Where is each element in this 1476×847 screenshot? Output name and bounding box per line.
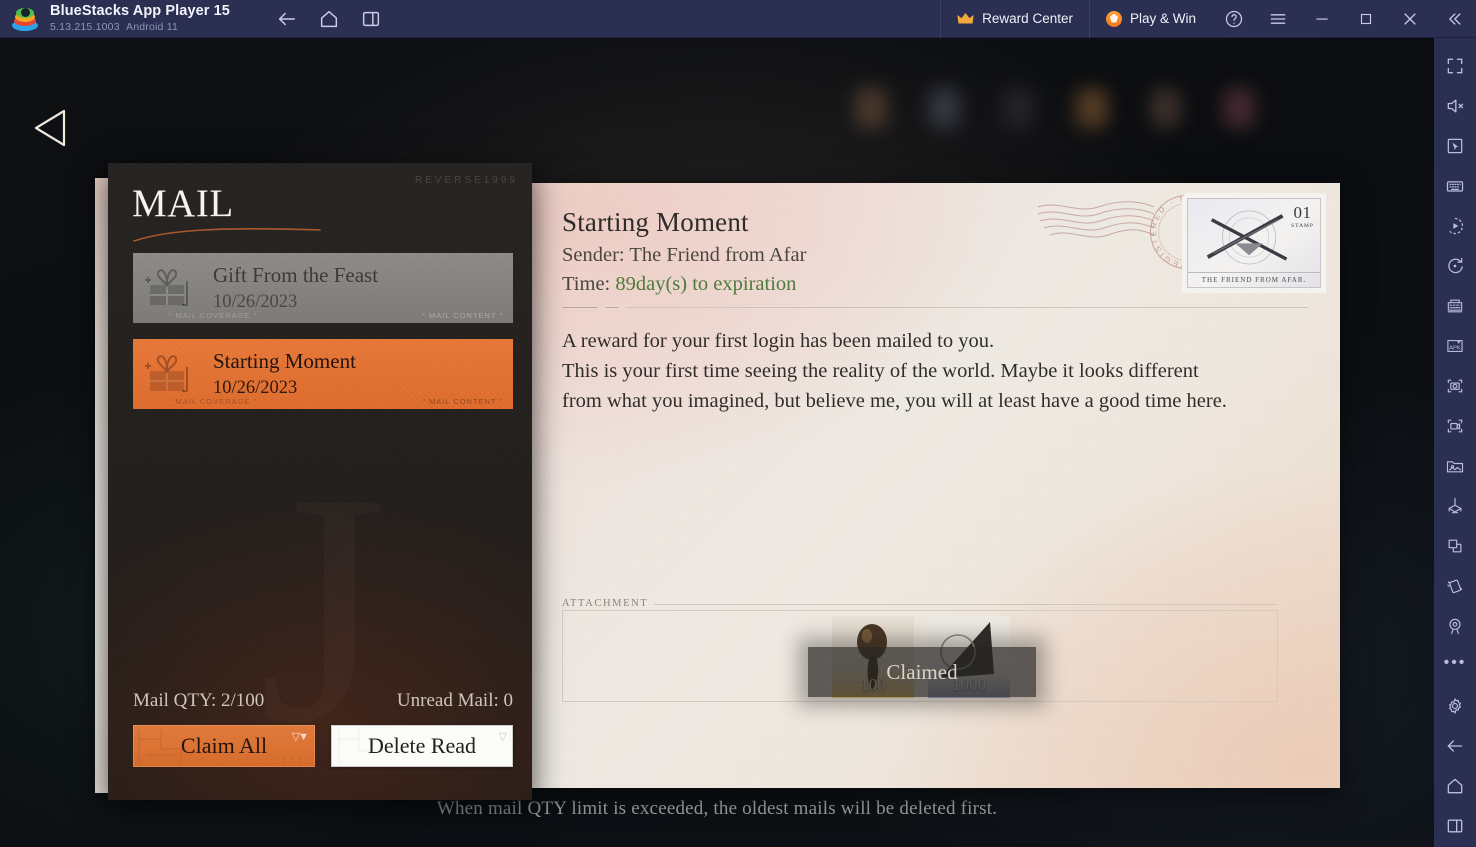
home-icon[interactable] bbox=[318, 8, 340, 30]
mail-popup: Starting Moment Sender: The Friend from … bbox=[95, 163, 1340, 800]
letter-body-line-1: A reward for your first login has been m… bbox=[562, 330, 995, 352]
settings-icon[interactable] bbox=[1434, 686, 1476, 726]
postmark-wave-icon bbox=[1037, 201, 1155, 238]
delete-read-button[interactable]: Delete Read ▽ bbox=[331, 725, 513, 767]
back-icon[interactable] bbox=[1434, 726, 1476, 766]
mail-item-content-tag: “ MAIL CONTENT ” bbox=[422, 311, 503, 320]
app-title: BlueStacks App Player 15 bbox=[50, 3, 230, 20]
claim-all-label: Claim All bbox=[180, 733, 268, 758]
game-back-button[interactable] bbox=[30, 106, 70, 150]
multi-instance-manager-icon[interactable] bbox=[1434, 286, 1476, 326]
maximize-button[interactable] bbox=[1344, 0, 1388, 38]
app-title-block: BlueStacks App Player 15 5.13.215.1003 A… bbox=[50, 4, 230, 32]
letter-body-line-2: This is your first time seeing the reali… bbox=[562, 360, 1199, 382]
letter-header-divider bbox=[562, 307, 1308, 308]
reward-center-button[interactable]: Reward Center bbox=[940, 0, 1089, 38]
svg-text:APK: APK bbox=[1449, 345, 1461, 351]
bluestacks-logo-icon bbox=[12, 6, 38, 32]
letter-panel: Starting Moment Sender: The Friend from … bbox=[532, 183, 1340, 788]
more-icon[interactable]: ••• bbox=[1434, 646, 1476, 686]
location-icon[interactable] bbox=[1434, 606, 1476, 646]
mail-qty-label: Mail QTY: 2/100 bbox=[133, 690, 265, 711]
multi-instance-icon[interactable] bbox=[360, 8, 382, 30]
version-number: 5.13.215.1003 bbox=[50, 20, 120, 33]
attachment-box: 100 1000 Claimed bbox=[562, 610, 1278, 702]
record-icon[interactable] bbox=[1434, 406, 1476, 446]
dots-decor-icon: ⋮⋮⋮ bbox=[281, 757, 305, 763]
copy-icon[interactable] bbox=[1434, 526, 1476, 566]
menu-icon[interactable] bbox=[1256, 0, 1300, 38]
mail-counters: Mail QTY: 2/100 Unread Mail: 0 bbox=[133, 690, 513, 712]
mail-action-buttons: Claim All ▽▼ ⋮⋮⋮ Delete Read ▽ bbox=[133, 725, 513, 767]
install-apk-icon[interactable]: APK bbox=[1434, 326, 1476, 366]
screenshot-icon[interactable] bbox=[1434, 366, 1476, 406]
mute-icon[interactable] bbox=[1434, 86, 1476, 126]
attachment-divider bbox=[654, 604, 1278, 605]
titlebar-nav-group bbox=[276, 8, 382, 30]
stamp-word: STAMP bbox=[1291, 223, 1314, 229]
crown-icon bbox=[957, 12, 974, 24]
collapse-sidebar-icon[interactable] bbox=[1432, 0, 1476, 38]
mail-limit-hint: When mail QTY limit is exceeded, the old… bbox=[436, 798, 998, 819]
postage-stamp: 01 STAMP THE FRIEND FROM AFAR. bbox=[1182, 193, 1326, 293]
keyboard-icon[interactable] bbox=[1434, 166, 1476, 206]
minimize-button[interactable] bbox=[1300, 0, 1344, 38]
claimed-overlay: Claimed bbox=[808, 647, 1036, 697]
macro-play-icon[interactable] bbox=[1434, 206, 1476, 246]
delete-read-label: Delete Read bbox=[367, 733, 477, 758]
background-topbar-icons bbox=[855, 88, 1256, 148]
stamp-caption: THE FRIEND FROM AFAR. bbox=[1188, 272, 1320, 287]
unread-mail-label: Unread Mail: 0 bbox=[396, 690, 513, 711]
fullscreen-icon[interactable] bbox=[1434, 46, 1476, 86]
brand-label: REVERSE1999 bbox=[414, 175, 518, 186]
letter-expiration-value: 89day(s) to expiration bbox=[615, 273, 797, 295]
mail-list-item-starting-moment[interactable]: Starting Moment 10/26/2023 “ MAIL COVERA… bbox=[133, 339, 513, 409]
mail-item-date: 10/26/2023 bbox=[213, 291, 298, 312]
play-and-win-button[interactable]: Play & Win bbox=[1088, 0, 1212, 38]
play-win-badge-icon bbox=[1105, 10, 1122, 27]
gift-icon bbox=[141, 263, 205, 313]
reward-center-label: Reward Center bbox=[982, 11, 1073, 26]
eco-mode-icon[interactable] bbox=[1434, 486, 1476, 526]
close-button[interactable] bbox=[1388, 0, 1432, 38]
bluestacks-sidebar: APK ••• bbox=[1434, 38, 1476, 847]
mail-item-coverage-tag: “ MAIL COVERAGE ” bbox=[169, 311, 257, 320]
recents-icon[interactable] bbox=[1434, 806, 1476, 846]
android-version: Android 11 bbox=[126, 20, 179, 33]
attachment-label: ATTACHMENT bbox=[562, 598, 649, 609]
home-icon[interactable] bbox=[1434, 766, 1476, 806]
cursor-icon[interactable] bbox=[1434, 126, 1476, 166]
mail-item-title: Gift From the Feast bbox=[213, 262, 379, 287]
mail-list-item-gift-from-the-feast[interactable]: Gift From the Feast 10/26/2023 “ MAIL CO… bbox=[133, 253, 513, 323]
mail-item-coverage-tag: “ MAIL COVERAGE ” bbox=[169, 397, 257, 406]
letter-time-label: Time: bbox=[562, 273, 616, 295]
chevron-down-icon: ▽ bbox=[498, 731, 508, 743]
mail-list-panel: J REVERSE1999 MAIL Gift Fr bbox=[108, 163, 532, 800]
page-title: MAIL bbox=[132, 182, 234, 225]
mail-item-title: Starting Moment bbox=[213, 348, 356, 373]
play-and-win-label: Play & Win bbox=[1129, 11, 1196, 26]
game-viewport: When mail QTY limit is exceeded, the old… bbox=[0, 38, 1434, 847]
letter-body: A reward for your first login has been m… bbox=[562, 326, 1310, 416]
rotate-icon[interactable] bbox=[1434, 246, 1476, 286]
stamp-number: 01 STAMP bbox=[1291, 204, 1314, 230]
gift-icon bbox=[141, 349, 205, 399]
app-version: 5.13.215.1003 Android 11 bbox=[50, 20, 230, 33]
stamp-number-value: 01 bbox=[1293, 203, 1312, 222]
titlebar: BlueStacks App Player 15 5.13.215.1003 A… bbox=[0, 0, 1476, 38]
letter-body-line-3: from what you imagined, but believe me, … bbox=[562, 390, 1227, 412]
mail-item-date: 10/26/2023 bbox=[213, 377, 298, 398]
back-icon[interactable] bbox=[276, 8, 298, 30]
stamp-cluster: REGISTERED · REGISTERED · bbox=[1032, 187, 1332, 303]
mail-item-text: Gift From the Feast 10/26/2023 bbox=[213, 262, 379, 312]
mail-item-text: Starting Moment 10/26/2023 bbox=[213, 348, 356, 398]
claim-all-button[interactable]: Claim All ▽▼ ⋮⋮⋮ bbox=[133, 725, 315, 767]
mail-item-content-tag: “ MAIL CONTENT ” bbox=[422, 397, 503, 406]
help-icon[interactable] bbox=[1212, 0, 1256, 38]
media-manager-icon[interactable] bbox=[1434, 446, 1476, 486]
chevron-down-icon: ▽▼ bbox=[291, 731, 309, 743]
title-underline-flourish bbox=[133, 227, 321, 242]
shake-icon[interactable] bbox=[1434, 566, 1476, 606]
